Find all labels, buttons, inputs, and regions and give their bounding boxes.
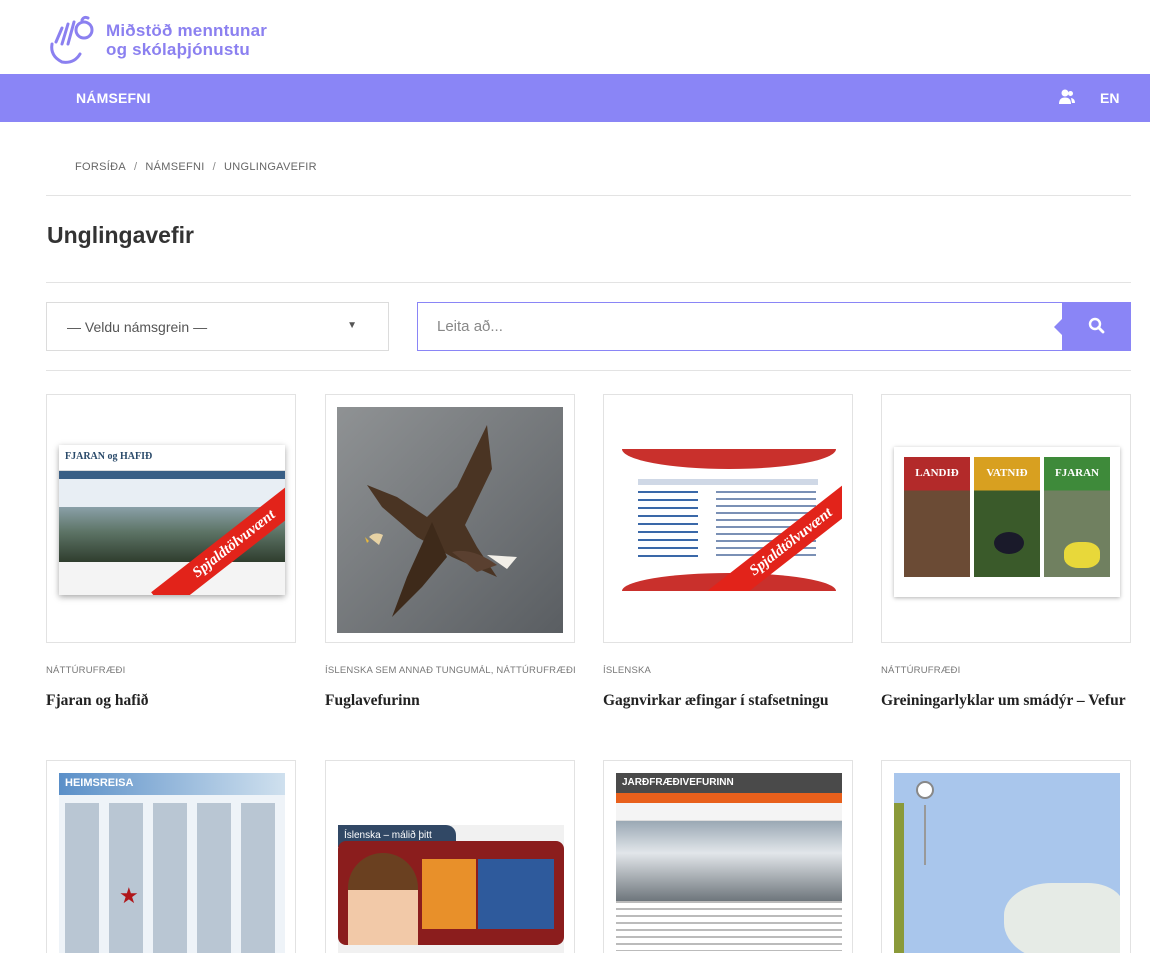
card-item[interactable]: FJARAN og HAFIÐ Spjaldtölvuvænt NÁTTÚRUF… xyxy=(46,394,296,709)
thumb-site-title: HEIMSREISA xyxy=(59,773,285,795)
card-thumbnail[interactable]: LANDIÐ VATNIÐ FJARAN xyxy=(881,394,1131,643)
divider xyxy=(46,282,1131,283)
card-thumbnail[interactable]: Spjaldtölvuvænt xyxy=(603,394,853,643)
search-icon xyxy=(1088,317,1105,334)
card-thumbnail[interactable]: Íslenska – málið þitt xyxy=(325,760,575,953)
caret-down-icon: ▼ xyxy=(347,320,357,331)
card-item[interactable]: ÍSLENSKA SEM ANNAÐ TUNGUMÁL, NÁTTÚRUFRÆÐ… xyxy=(325,394,576,709)
thumb-site-title: FJARAN og HAFIÐ xyxy=(59,445,285,471)
eagle-photo xyxy=(337,407,563,633)
thumbnail-image: Íslenska – málið þitt xyxy=(338,825,564,953)
card-thumbnail[interactable]: JARÐFRÆÐIVEFURINN xyxy=(603,760,853,953)
hands-logo-icon xyxy=(50,15,94,64)
divider xyxy=(46,370,1131,371)
nav-item-namsefni[interactable]: NÁMSEFNI xyxy=(76,90,151,106)
card-thumbnail[interactable] xyxy=(881,760,1131,953)
site-logo[interactable]: Miðstöð menntunar og skólaþjónustu xyxy=(46,14,267,66)
panel-label: LANDIÐ xyxy=(915,467,959,479)
panel-label: FJARAN xyxy=(1055,467,1099,479)
card-title[interactable]: Fjaran og hafið xyxy=(46,692,148,710)
subject-select[interactable]: — Veldu námsgrein — ▼ xyxy=(46,302,389,351)
panel-label: VATNIÐ xyxy=(986,467,1028,479)
subject-select-value: — Veldu námsgrein — xyxy=(67,319,208,335)
thumbnail-image: JARÐFRÆÐIVEFURINN xyxy=(616,773,842,953)
card-title[interactable]: Gagnvirkar æfingar í stafsetningu xyxy=(603,692,829,710)
map-zoom-slider[interactable] xyxy=(924,805,926,865)
main-navbar: NÁMSEFNI EN xyxy=(0,74,1150,122)
breadcrumb-separator: / xyxy=(212,161,216,173)
thumbnail-image: FJARAN og HAFIÐ Spjaldtölvuvænt xyxy=(59,445,285,595)
breadcrumb-namsefni[interactable]: NÁMSEFNI xyxy=(145,161,204,173)
card-item[interactable]: HEIMSREISA ★ xyxy=(46,760,296,953)
card-category[interactable]: ÍSLENSKA xyxy=(603,665,651,676)
card-thumbnail[interactable]: FJARAN og HAFIÐ Spjaldtölvuvænt xyxy=(46,394,296,643)
thumb-site-title: JARÐFRÆÐIVEFURINN xyxy=(616,773,842,793)
card-item[interactable]: JARÐFRÆÐIVEFURINN xyxy=(603,760,853,953)
page-title: Unglingavefir xyxy=(47,222,194,248)
breadcrumb-separator: / xyxy=(134,161,138,173)
logo-line-2: og skólaþjónustu xyxy=(106,40,250,59)
language-switch-en[interactable]: EN xyxy=(1100,90,1119,106)
card-category[interactable]: NÁTTÚRUFRÆÐI xyxy=(46,665,125,676)
breadcrumb: FORSÍÐA / NÁMSEFNI / UNGLINGAVEFIR xyxy=(75,161,317,173)
thumbnail-image: Spjaldtölvuvænt xyxy=(616,449,842,591)
card-thumbnail[interactable]: HEIMSREISA ★ xyxy=(46,760,296,953)
search-input[interactable] xyxy=(418,303,1063,350)
search-button[interactable] xyxy=(1054,302,1131,351)
map-thumbnail xyxy=(894,773,1120,953)
card-item[interactable]: Spjaldtölvuvænt ÍSLENSKA Gagnvirkar æfin… xyxy=(603,394,853,709)
logo-bar: Miðstöð menntunar og skólaþjónustu xyxy=(0,0,1150,74)
breadcrumb-current: UNGLINGAVEFIR xyxy=(223,161,317,173)
card-item[interactable] xyxy=(881,760,1131,953)
card-title[interactable]: Greiningarlyklar um smádýr – Vefur xyxy=(881,692,1126,710)
star-icon: ★ xyxy=(119,883,139,908)
logo-text: Miðstöð menntunar og skólaþjónustu xyxy=(106,21,267,59)
breadcrumb-home[interactable]: FORSÍÐA xyxy=(75,161,126,173)
card-category[interactable]: ÍSLENSKA SEM ANNAÐ TUNGUMÁL, NÁTTÚRUFRÆÐ… xyxy=(325,665,576,676)
search-box xyxy=(417,302,1131,351)
card-item[interactable]: LANDIÐ VATNIÐ FJARAN NÁTTÚRUFRÆÐI Greini… xyxy=(881,394,1131,709)
card-thumbnail[interactable] xyxy=(325,394,575,643)
logo-line-1: Miðstöð menntunar xyxy=(106,21,268,40)
divider xyxy=(46,195,1131,196)
thumbnail-image: HEIMSREISA ★ xyxy=(59,773,285,953)
user-login-icon[interactable] xyxy=(1058,88,1076,106)
card-title[interactable]: Fuglavefurinn xyxy=(325,692,420,710)
card-category[interactable]: NÁTTÚRUFRÆÐI xyxy=(881,665,960,676)
map-pan-icon[interactable] xyxy=(916,781,934,799)
thumbnail-image: LANDIÐ VATNIÐ FJARAN xyxy=(894,447,1120,597)
card-item[interactable]: Íslenska – málið þitt xyxy=(325,760,575,953)
